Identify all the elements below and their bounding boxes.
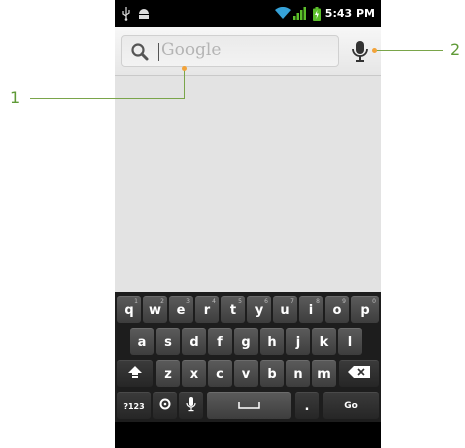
key-e[interactable]: e3 — [169, 296, 193, 323]
settings-key[interactable] — [153, 392, 177, 419]
callout-2-line — [375, 50, 443, 51]
battery-icon — [313, 0, 321, 27]
phone-screen: 5:43 PM Google q1 w2 e3 r4 t5 y6 u7 i8 o… — [115, 0, 381, 448]
key-t[interactable]: t5 — [221, 296, 245, 323]
android-debug-icon — [137, 0, 151, 27]
usb-icon — [121, 0, 131, 27]
text-cursor — [158, 43, 159, 61]
backspace-icon — [348, 366, 370, 382]
navigation-bar — [115, 422, 381, 448]
symbols-key[interactable]: ?123 — [117, 392, 151, 419]
results-area — [115, 76, 381, 292]
key-b[interactable]: b — [260, 360, 284, 387]
key-g[interactable]: g — [234, 328, 258, 355]
key-s[interactable]: s — [156, 328, 180, 355]
key-w[interactable]: w2 — [143, 296, 167, 323]
key-i[interactable]: i8 — [299, 296, 323, 323]
callout-2-number: 2 — [450, 40, 461, 59]
callout-1-dot — [182, 66, 187, 71]
key-m[interactable]: m — [312, 360, 336, 387]
key-q[interactable]: q1 — [117, 296, 141, 323]
signal-icon — [293, 0, 307, 27]
key-p[interactable]: p0 — [351, 296, 379, 323]
delete-key[interactable] — [339, 360, 379, 387]
callout-1-line — [30, 98, 185, 99]
space-key[interactable] — [207, 392, 291, 419]
gear-icon — [159, 398, 171, 414]
microphone-icon — [186, 396, 196, 416]
key-x[interactable]: x — [182, 360, 206, 387]
callout-1-number: 1 — [10, 88, 21, 107]
search-placeholder: Google — [161, 40, 222, 60]
key-k[interactable]: k — [312, 328, 336, 355]
key-a[interactable]: a — [130, 328, 154, 355]
space-icon — [238, 399, 260, 414]
voice-input-key[interactable] — [179, 392, 203, 419]
shift-key[interactable] — [117, 360, 153, 387]
period-key[interactable]: . — [295, 392, 319, 419]
callout-2-dot — [372, 48, 377, 53]
wifi-icon — [275, 0, 291, 27]
key-v[interactable]: v — [234, 360, 258, 387]
go-key[interactable]: Go — [323, 392, 379, 419]
key-f[interactable]: f — [208, 328, 232, 355]
search-input[interactable]: Google — [121, 35, 339, 67]
callout-1-connector — [184, 70, 185, 98]
status-time: 5:43 PM — [324, 7, 375, 20]
key-h[interactable]: h — [260, 328, 284, 355]
status-bar: 5:43 PM — [115, 0, 381, 27]
key-d[interactable]: d — [182, 328, 206, 355]
shift-icon — [128, 366, 142, 382]
key-n[interactable]: n — [286, 360, 310, 387]
search-icon — [130, 42, 150, 62]
key-j[interactable]: j — [286, 328, 310, 355]
key-y[interactable]: y6 — [247, 296, 271, 323]
key-z[interactable]: z — [156, 360, 180, 387]
key-o[interactable]: o9 — [325, 296, 349, 323]
microphone-icon — [349, 41, 371, 68]
voice-search-button[interactable] — [349, 38, 371, 64]
key-c[interactable]: c — [208, 360, 232, 387]
key-r[interactable]: r4 — [195, 296, 219, 323]
search-bar: Google — [115, 27, 381, 76]
keyboard: q1 w2 e3 r4 t5 y6 u7 i8 o9 p0 a s d f g … — [115, 292, 381, 422]
key-l[interactable]: l — [338, 328, 362, 355]
key-u[interactable]: u7 — [273, 296, 297, 323]
